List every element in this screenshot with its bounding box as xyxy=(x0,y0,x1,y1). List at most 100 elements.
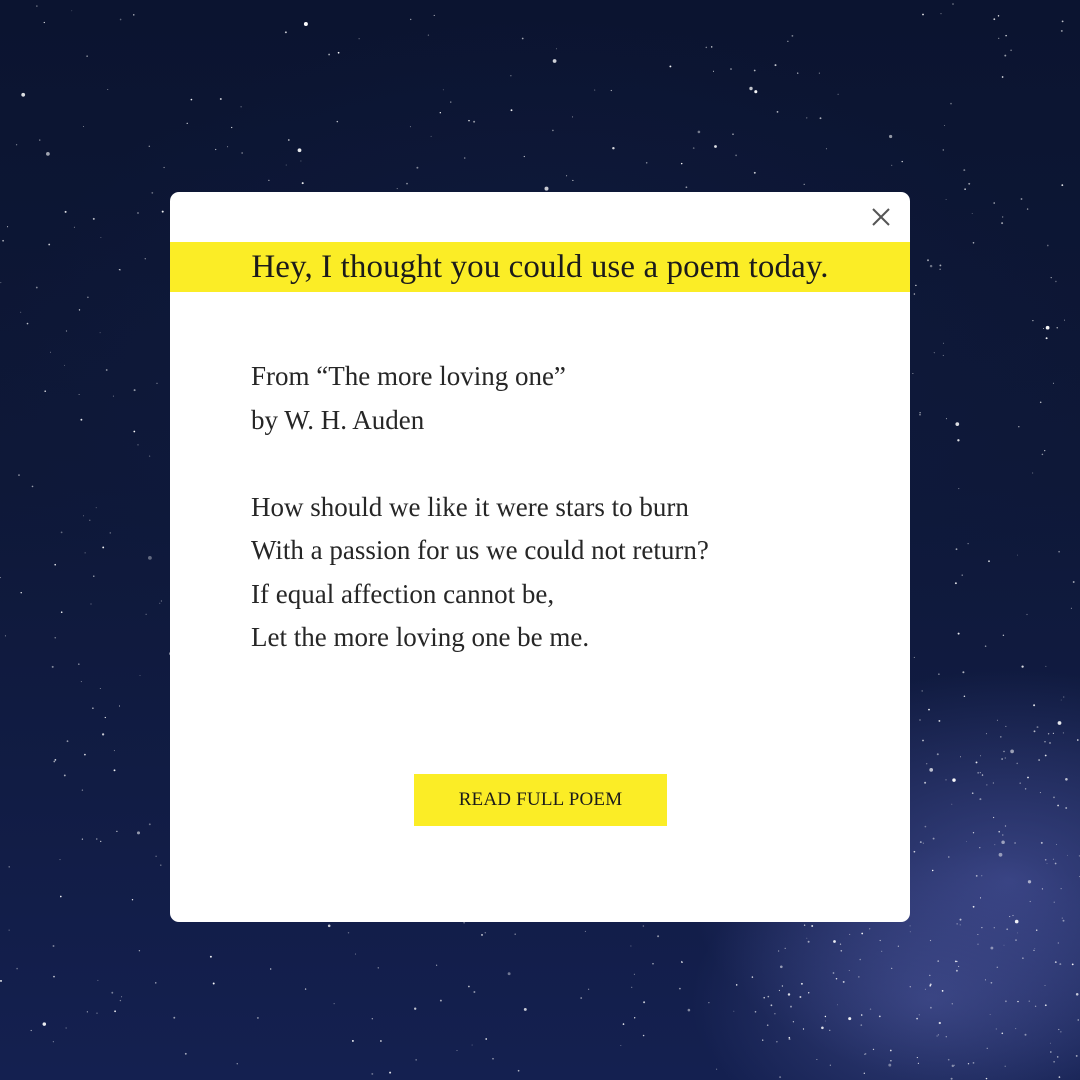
star xyxy=(54,563,56,566)
star xyxy=(231,126,233,129)
star xyxy=(993,202,995,204)
read-full-poem-button[interactable]: READ FULL POEM xyxy=(414,774,667,826)
star xyxy=(95,507,97,509)
star xyxy=(922,739,924,742)
star xyxy=(713,70,714,72)
star xyxy=(471,1044,473,1046)
star xyxy=(555,48,558,50)
star xyxy=(979,798,982,801)
star xyxy=(1060,1031,1062,1033)
star xyxy=(119,705,120,707)
star xyxy=(594,89,596,91)
star xyxy=(837,1004,839,1006)
star xyxy=(1053,1061,1055,1063)
star xyxy=(897,945,899,947)
star xyxy=(46,152,50,156)
star xyxy=(7,226,9,228)
star xyxy=(966,840,967,842)
star xyxy=(101,733,105,736)
star xyxy=(116,830,118,833)
star xyxy=(268,179,270,182)
star xyxy=(1020,198,1023,200)
star xyxy=(1032,472,1034,474)
star xyxy=(396,188,398,190)
star xyxy=(1046,244,1049,247)
star xyxy=(951,803,953,805)
star xyxy=(131,899,134,901)
star xyxy=(1044,985,1046,986)
star xyxy=(919,841,922,844)
star xyxy=(909,986,911,988)
star xyxy=(66,740,69,743)
star xyxy=(981,774,984,776)
star xyxy=(807,940,810,943)
star xyxy=(1044,858,1047,861)
star xyxy=(1033,949,1035,951)
star xyxy=(100,236,102,238)
star xyxy=(929,264,933,268)
star xyxy=(992,816,995,819)
star xyxy=(1026,613,1028,616)
star xyxy=(21,92,26,97)
star xyxy=(918,1014,920,1016)
star xyxy=(998,37,1000,40)
star xyxy=(481,933,483,936)
star xyxy=(972,905,975,908)
star xyxy=(1062,919,1065,922)
star xyxy=(1056,1056,1059,1058)
star xyxy=(936,1035,938,1037)
star xyxy=(436,964,438,966)
star xyxy=(986,784,988,786)
star xyxy=(833,940,836,943)
star xyxy=(929,974,931,977)
star xyxy=(358,38,360,40)
star xyxy=(931,869,934,872)
star xyxy=(735,154,737,157)
star xyxy=(917,1062,920,1065)
star xyxy=(967,543,969,545)
star xyxy=(148,823,151,826)
star xyxy=(430,135,432,137)
star xyxy=(781,985,784,987)
star xyxy=(984,979,986,981)
star xyxy=(1044,449,1046,452)
star xyxy=(941,990,944,992)
star xyxy=(808,992,810,994)
star xyxy=(678,987,681,990)
star xyxy=(184,1052,187,1055)
star xyxy=(463,157,466,159)
star xyxy=(236,1063,238,1065)
star xyxy=(881,950,883,952)
star xyxy=(97,979,99,981)
star xyxy=(1077,1019,1079,1021)
star xyxy=(916,1017,918,1020)
star xyxy=(587,988,590,990)
star xyxy=(913,656,915,658)
star xyxy=(958,488,960,490)
close-button[interactable] xyxy=(868,204,894,230)
star xyxy=(0,979,2,982)
star xyxy=(985,1077,988,1080)
star xyxy=(954,582,957,585)
star xyxy=(337,51,340,54)
star xyxy=(1033,730,1036,733)
star xyxy=(160,864,162,866)
star xyxy=(406,182,408,185)
star xyxy=(43,21,45,24)
star xyxy=(942,149,945,151)
star xyxy=(620,1044,622,1047)
star xyxy=(964,188,966,190)
star xyxy=(1049,1051,1052,1053)
star xyxy=(148,145,151,148)
star xyxy=(2,239,4,242)
star xyxy=(829,1029,831,1031)
star xyxy=(979,847,981,849)
star xyxy=(1027,880,1032,884)
poem-line: With a passion for us we could not retur… xyxy=(251,535,709,565)
star xyxy=(328,53,331,56)
star xyxy=(83,126,85,127)
star xyxy=(1026,208,1029,210)
star xyxy=(86,55,88,57)
star xyxy=(510,75,512,77)
star xyxy=(980,755,982,757)
